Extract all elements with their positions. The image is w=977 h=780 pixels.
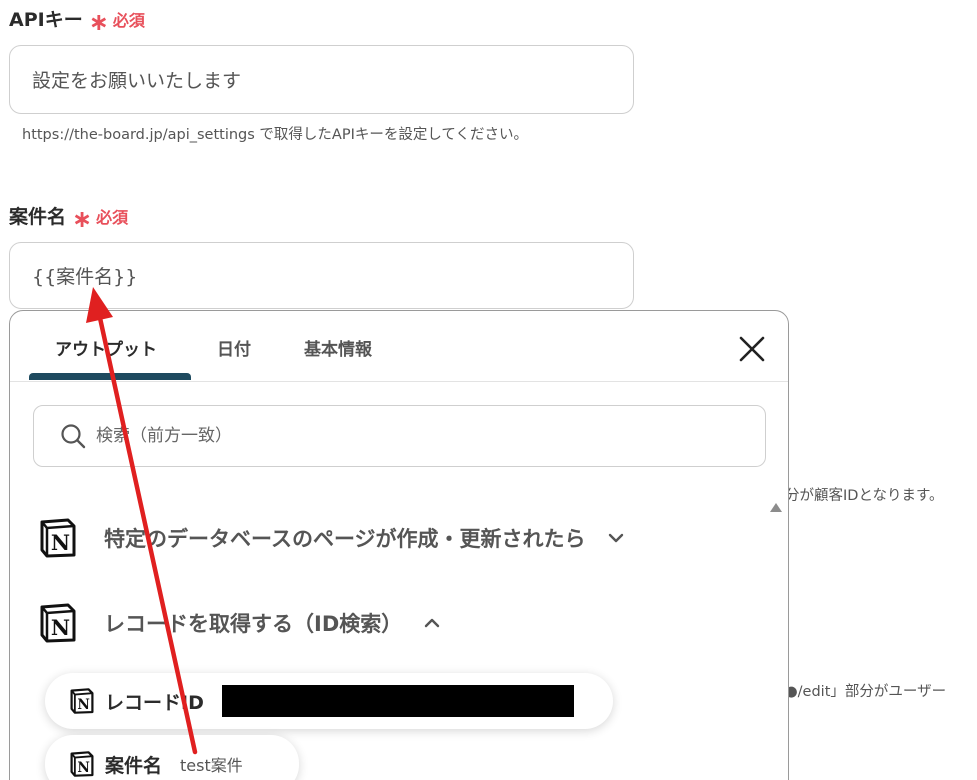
notion-icon: N — [70, 688, 94, 714]
output-item-value: test案件 — [180, 756, 243, 775]
notion-icon: N — [40, 518, 76, 558]
section-title: レコードを取得する（ID検索） — [104, 612, 403, 636]
svg-text:N: N — [77, 760, 89, 776]
api-key-input-value: 設定をお願いいたします — [32, 70, 242, 92]
project-name-input[interactable]: {{案件名}} — [9, 242, 634, 309]
tab-output[interactable]: アウトプット — [55, 335, 157, 360]
close-icon[interactable] — [738, 335, 766, 363]
output-item-label: 案件名 — [105, 754, 163, 777]
svg-text:N: N — [77, 697, 89, 713]
api-key-help-text: https://the-board.jp/api_settings で取得したA… — [22, 127, 528, 143]
output-item-record-id[interactable]: N レコードID — [45, 673, 613, 729]
notion-icon: N — [70, 751, 94, 777]
tab-date[interactable]: 日付 — [217, 335, 251, 360]
customer-id-help-text: 分が顧客IDとなります。 — [785, 488, 944, 504]
api-key-label-text: APIキー — [9, 9, 83, 31]
notion-icon: N — [40, 603, 76, 643]
output-item-label: レコードID — [105, 691, 204, 714]
active-tab-indicator — [29, 373, 191, 380]
form-page: APIキー ∗ 必須 設定をお願いいたします https://the-board… — [0, 0, 977, 780]
api-key-label: APIキー ∗ 必須 — [9, 5, 145, 36]
scroll-up-arrow[interactable] — [770, 503, 782, 512]
search-input[interactable] — [94, 425, 698, 447]
user-id-help-text: ●/edit」部分がユーザー — [785, 684, 947, 700]
search-box[interactable] — [33, 405, 766, 467]
svg-text:N: N — [51, 530, 70, 555]
section-trigger-page-updated[interactable]: N 特定のデータベースのページが作成・更新されたら — [38, 518, 624, 558]
section-get-record-by-id[interactable]: N レコードを取得する（ID検索） — [38, 603, 440, 643]
chevron-up-icon — [425, 618, 440, 628]
api-key-input[interactable]: 設定をお願いいたします — [9, 45, 634, 114]
required-asterisk: ∗ — [72, 204, 93, 233]
required-asterisk: ∗ — [88, 7, 109, 36]
chevron-down-icon — [608, 533, 623, 543]
output-item-project-name[interactable]: N 案件名 test案件 — [45, 735, 299, 780]
project-name-label: 案件名 ∗ 必須 — [9, 202, 129, 233]
project-name-input-value: {{案件名}} — [32, 266, 138, 288]
search-icon — [61, 424, 86, 449]
tab-basic-info[interactable]: 基本情報 — [304, 335, 372, 360]
project-name-label-text: 案件名 — [9, 206, 67, 228]
svg-text:N: N — [51, 615, 70, 640]
required-badge: 必須 — [112, 10, 145, 30]
variable-picker-panel: アウトプット 日付 基本情報 N 特定のデー — [9, 310, 789, 780]
section-title: 特定のデータベースのページが作成・更新されたら — [104, 527, 586, 551]
tab-bar: アウトプット 日付 基本情報 — [10, 311, 788, 382]
redacted-value — [221, 685, 574, 717]
required-badge: 必須 — [96, 207, 129, 227]
